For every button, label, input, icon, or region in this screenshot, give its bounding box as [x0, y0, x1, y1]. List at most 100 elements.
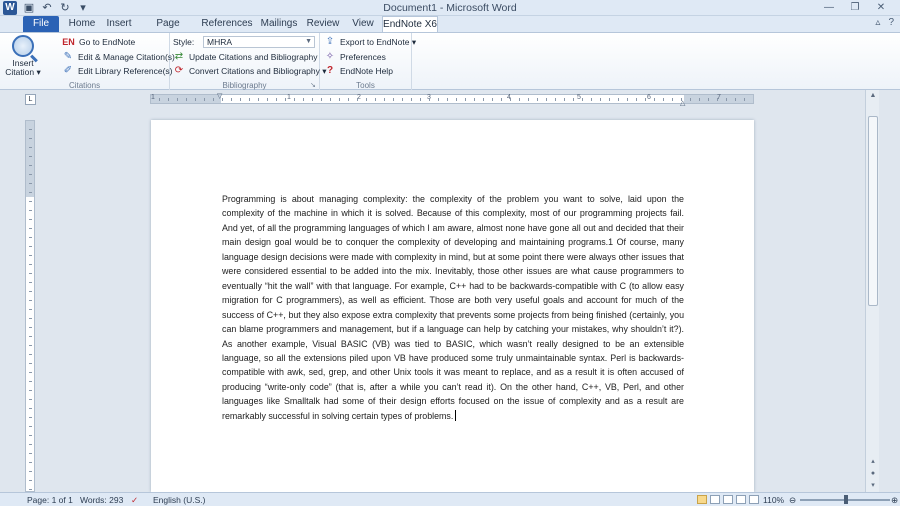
maximize-icon[interactable]: ❐ [842, 0, 868, 15]
ruler-tick [735, 98, 736, 101]
ruler-tick [564, 98, 565, 101]
vertical-ruler[interactable] [25, 120, 35, 492]
ruler-tick [393, 98, 394, 101]
vertical-scrollbar[interactable]: ▲ ▴ ● ▾ [865, 90, 879, 492]
language-indicator[interactable]: English (U.S.) [153, 495, 205, 505]
page-count[interactable]: Page: 1 of 1 [27, 495, 73, 505]
previous-page-icon[interactable]: ▴ [866, 456, 880, 468]
style-dropdown[interactable]: MHRA ▼ [203, 36, 315, 48]
ruler-tick [636, 98, 637, 101]
ruler-tick [582, 98, 583, 101]
ruler-tick [402, 98, 403, 101]
ruler-tick [267, 98, 268, 101]
ruler-tick [29, 363, 32, 364]
tab-endnote[interactable]: EndNote X6 [382, 16, 438, 32]
zoom-in-icon[interactable]: ⊕ [891, 495, 898, 506]
edit-library-reference-button[interactable]: ✐ Edit Library Reference(s) [62, 65, 173, 77]
scrollbar-thumb[interactable] [868, 116, 878, 306]
ruler-tick [420, 98, 421, 101]
tab-mailings[interactable]: Mailings [258, 16, 300, 32]
ruler-tick [29, 264, 32, 265]
tab-selector[interactable]: L [25, 94, 36, 105]
tab-page-layout[interactable]: Page Layout [140, 16, 196, 45]
draft-icon[interactable] [749, 495, 759, 504]
ruler-tick [29, 300, 32, 301]
ruler-number: 6 [647, 94, 651, 101]
ruler-tick [672, 98, 673, 101]
ruler-tick [168, 98, 169, 101]
redo-icon[interactable]: ↻ [58, 1, 72, 15]
zoom-level[interactable]: 110% [763, 495, 784, 505]
preferences-button[interactable]: ✧ Preferences [324, 51, 386, 63]
ruler-tick [29, 156, 32, 157]
document-page[interactable]: Programming is about managing complexity… [151, 120, 754, 492]
ruler-tick [29, 291, 32, 292]
ruler-tick [555, 98, 556, 101]
ruler-tick [609, 98, 610, 101]
tab-review[interactable]: Review [304, 16, 342, 32]
ruler-tick [159, 98, 160, 101]
save-icon[interactable]: ▣ [22, 1, 36, 15]
endnote-logo-icon: EN [62, 37, 75, 47]
horizontal-ruler[interactable]: 1 1 2 3 4 5 6 7 ▽ △ [150, 93, 754, 107]
print-layout-icon[interactable] [697, 495, 707, 504]
undo-icon[interactable]: ↶ [40, 1, 54, 15]
minimize-icon[interactable]: — [816, 0, 842, 15]
word-app-icon[interactable]: W [3, 1, 17, 15]
ruler-tick [249, 98, 250, 101]
outline-icon[interactable] [736, 495, 746, 504]
ruler-tick [618, 98, 619, 101]
help-icon[interactable]: ? [888, 17, 894, 28]
convert-citations-button[interactable]: ⟳ Convert Citations and Bibliography ▾ [173, 65, 327, 77]
next-page-icon[interactable]: ▾ [866, 480, 880, 492]
ruler-tick [29, 237, 32, 238]
edit-manage-citations-button[interactable]: ✎ Edit & Manage Citation(s) [62, 51, 175, 63]
magnifier-icon [12, 35, 34, 57]
convert-icon: ⟳ [174, 65, 184, 76]
zoom-out-icon[interactable]: ⊖ [789, 495, 796, 506]
ruler-tick [258, 98, 259, 101]
ruler-tick [29, 282, 32, 283]
ruler-tick [429, 98, 430, 101]
ruler-tick [717, 98, 718, 101]
update-citations-button[interactable]: ⇄ Update Citations and Bibliography [173, 51, 318, 63]
tab-view[interactable]: View [346, 16, 380, 32]
export-to-endnote-button[interactable]: ⇪ Export to EndNote ▾ [324, 36, 416, 48]
ruler-tick [177, 98, 178, 101]
ruler-tick [29, 246, 32, 247]
paragraph-text[interactable]: Programming is about managing complexity… [222, 194, 684, 421]
full-screen-reading-icon[interactable] [710, 495, 720, 504]
insert-citation-button[interactable]: Insert Citation ▾ [4, 35, 42, 77]
ruler-tick [186, 98, 187, 101]
text-cursor [455, 409, 457, 421]
tab-home[interactable]: Home [64, 16, 100, 32]
ruler-tick [29, 201, 32, 202]
ruler-tick [456, 98, 457, 101]
minimize-ribbon-icon[interactable]: ▵ [875, 17, 880, 28]
customize-qat-icon[interactable]: ▾ [76, 1, 90, 15]
word-count[interactable]: Words: 293 [80, 495, 123, 505]
ruler-tick [29, 138, 32, 139]
zoom-slider-handle[interactable] [844, 495, 849, 504]
endnote-help-button[interactable]: ? EndNote Help [324, 65, 393, 77]
tab-file[interactable]: File [23, 16, 59, 32]
ruler-tick [204, 98, 205, 101]
scroll-up-icon[interactable]: ▲ [866, 90, 880, 102]
document-body[interactable]: Programming is about managing complexity… [222, 192, 684, 423]
ruler-tick [240, 98, 241, 101]
ruler-tick [321, 98, 322, 101]
tab-references[interactable]: References [200, 16, 254, 32]
go-to-endnote-button[interactable]: EN Go to EndNote [62, 36, 135, 48]
ruler-number: 1 [287, 94, 291, 101]
zoom-slider[interactable] [800, 495, 890, 504]
ruler-tick [573, 98, 574, 101]
browse-object-icon[interactable]: ● [866, 468, 880, 480]
ruler-tick [726, 98, 727, 101]
proofing-icon[interactable]: ✓ [131, 495, 138, 506]
web-layout-icon[interactable] [723, 495, 733, 504]
tab-insert[interactable]: Insert [102, 16, 136, 32]
ruler-tick [231, 98, 232, 101]
close-icon[interactable]: ✕ [868, 0, 894, 15]
ruler-number: 5 [577, 94, 581, 101]
ruler-tick [29, 435, 32, 436]
